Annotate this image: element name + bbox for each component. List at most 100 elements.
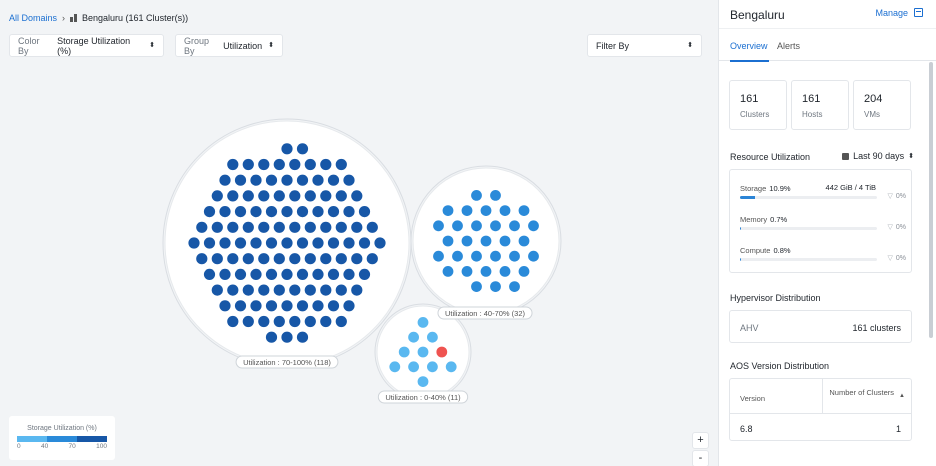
cluster-dot[interactable] bbox=[427, 361, 438, 373]
cluster-dot[interactable] bbox=[436, 346, 448, 358]
cluster-dot[interactable] bbox=[327, 174, 340, 186]
cluster-group-1[interactable] bbox=[410, 165, 562, 317]
cluster-dot[interactable] bbox=[258, 284, 270, 296]
cluster-dot[interactable] bbox=[242, 190, 254, 202]
cluster-dot[interactable] bbox=[528, 220, 539, 232]
cluster-dot[interactable] bbox=[242, 253, 254, 265]
cluster-dot[interactable] bbox=[320, 253, 332, 265]
cluster-dot[interactable] bbox=[351, 221, 363, 233]
cluster-group-0[interactable] bbox=[162, 118, 412, 368]
cluster-dot[interactable] bbox=[289, 190, 301, 202]
cluster-dot[interactable] bbox=[433, 220, 444, 232]
cluster-dot[interactable] bbox=[250, 237, 262, 249]
cluster-dot[interactable] bbox=[408, 361, 419, 373]
cluster-dot[interactable] bbox=[258, 158, 270, 171]
cluster-dot[interactable] bbox=[461, 235, 473, 247]
cluster-dot[interactable] bbox=[289, 315, 301, 328]
cluster-dot[interactable] bbox=[417, 346, 429, 358]
cluster-dot[interactable] bbox=[490, 281, 501, 292]
cluster-dot[interactable] bbox=[211, 190, 223, 202]
cluster-dot[interactable] bbox=[304, 315, 316, 328]
cluster-dot[interactable] bbox=[234, 268, 247, 280]
cluster-dot[interactable] bbox=[250, 300, 262, 312]
cluster-dot[interactable] bbox=[417, 317, 429, 328]
cluster-dot[interactable] bbox=[398, 346, 410, 358]
cluster-dot[interactable] bbox=[304, 253, 316, 265]
cluster-dot[interactable] bbox=[265, 268, 278, 280]
cluster-dot[interactable] bbox=[499, 235, 511, 247]
cluster-dot[interactable] bbox=[480, 235, 492, 247]
cluster-dot[interactable] bbox=[358, 237, 371, 249]
map-canvas[interactable]: All Domains › Bengaluru (161 Cluster(s))… bbox=[0, 0, 718, 466]
zoom-out-button[interactable]: - bbox=[692, 450, 709, 466]
cluster-dot[interactable] bbox=[250, 268, 262, 280]
cluster-dot[interactable] bbox=[343, 237, 355, 249]
cluster-dot[interactable] bbox=[335, 315, 347, 328]
stat-card-clusters[interactable]: 161 Clusters bbox=[729, 80, 787, 130]
cluster-dot[interactable] bbox=[499, 266, 511, 277]
cluster-dot[interactable] bbox=[296, 143, 309, 155]
cluster-dot[interactable] bbox=[219, 237, 231, 249]
cluster-dot[interactable] bbox=[312, 268, 324, 280]
cluster-dot[interactable] bbox=[219, 174, 231, 186]
cluster-dot[interactable] bbox=[518, 205, 530, 217]
tab-overview[interactable]: Overview bbox=[730, 41, 769, 62]
cluster-dot[interactable] bbox=[211, 253, 223, 265]
cluster-dot[interactable] bbox=[219, 300, 231, 312]
cluster-dot[interactable] bbox=[296, 237, 309, 249]
cluster-dot[interactable] bbox=[281, 331, 293, 343]
cluster-dot[interactable] bbox=[203, 237, 216, 249]
cluster-dot[interactable] bbox=[408, 331, 419, 343]
cluster-dot[interactable] bbox=[320, 221, 332, 233]
cluster-dot[interactable] bbox=[343, 300, 355, 312]
stat-card-vms[interactable]: 204 VMs bbox=[853, 80, 911, 130]
cluster-dot[interactable] bbox=[471, 281, 482, 292]
cluster-dot[interactable] bbox=[471, 190, 482, 201]
cluster-dot[interactable] bbox=[281, 237, 293, 249]
cluster-dot[interactable] bbox=[219, 206, 231, 218]
cluster-dot[interactable] bbox=[320, 284, 332, 296]
cluster-dot[interactable] bbox=[445, 361, 457, 373]
cluster-dot[interactable] bbox=[442, 266, 454, 277]
cluster-dot[interactable] bbox=[509, 281, 520, 292]
cluster-dot[interactable] bbox=[296, 300, 309, 312]
cluster-dot[interactable] bbox=[227, 158, 239, 171]
cluster-dot[interactable] bbox=[499, 205, 511, 217]
cluster-dot[interactable] bbox=[480, 266, 492, 277]
cluster-dot[interactable] bbox=[509, 250, 520, 262]
cluster-dot[interactable] bbox=[366, 253, 378, 265]
cluster-dot[interactable] bbox=[250, 174, 262, 186]
cluster-dot[interactable] bbox=[320, 158, 332, 171]
cluster-dot[interactable] bbox=[227, 253, 239, 265]
cluster-dot[interactable] bbox=[490, 250, 501, 262]
cluster-dot[interactable] bbox=[480, 205, 492, 217]
cluster-dot[interactable] bbox=[509, 220, 520, 232]
cluster-dot[interactable] bbox=[296, 174, 309, 186]
cluster-dot[interactable] bbox=[518, 235, 530, 247]
cluster-dot[interactable] bbox=[312, 174, 324, 186]
cluster-dot[interactable] bbox=[327, 206, 340, 218]
cluster-dot[interactable] bbox=[281, 143, 293, 155]
cluster-dot[interactable] bbox=[471, 220, 482, 232]
cluster-dot[interactable] bbox=[452, 220, 463, 232]
util-row-storage[interactable]: Storage 10.9% 442 GiB / 4 TiB ▽ 0% bbox=[740, 183, 906, 200]
time-range-select[interactable]: Last 90 days ⬍ bbox=[842, 151, 914, 161]
cluster-dot[interactable] bbox=[265, 300, 278, 312]
cluster-dot[interactable] bbox=[242, 315, 254, 328]
cluster-dot[interactable] bbox=[358, 268, 371, 280]
cluster-dot[interactable] bbox=[281, 300, 293, 312]
cluster-dot[interactable] bbox=[234, 237, 247, 249]
manage-icon[interactable] bbox=[914, 8, 923, 17]
cluster-dot[interactable] bbox=[335, 221, 347, 233]
cluster-dot[interactable] bbox=[289, 158, 301, 171]
zoom-in-button[interactable]: + bbox=[692, 432, 709, 449]
cluster-dot[interactable] bbox=[327, 300, 340, 312]
cluster-dot[interactable] bbox=[227, 221, 239, 233]
panel-scrollbar[interactable] bbox=[929, 62, 933, 338]
column-header-version[interactable]: Version bbox=[740, 394, 765, 403]
cluster-dot[interactable] bbox=[471, 250, 482, 262]
cluster-dot[interactable] bbox=[528, 250, 539, 262]
cluster-dot[interactable] bbox=[366, 221, 378, 233]
cluster-dot[interactable] bbox=[304, 221, 316, 233]
cluster-dot[interactable] bbox=[417, 376, 429, 387]
